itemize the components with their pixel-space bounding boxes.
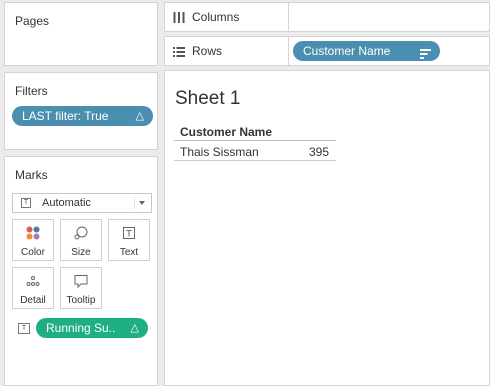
filters-title: Filters <box>15 84 48 98</box>
columns-shelf-header: Columns <box>165 3 289 31</box>
rows-icon <box>173 46 185 60</box>
filters-card: Filters LAST filter: True △ <box>4 72 158 150</box>
color-button-label: Color <box>21 247 45 258</box>
size-icon <box>61 225 101 241</box>
pages-card: Pages <box>4 2 158 66</box>
delta-icon: △ <box>135 110 144 122</box>
columns-icon <box>173 12 185 26</box>
row-divider <box>174 160 336 161</box>
text-button-label: Text <box>119 247 139 258</box>
sort-descending-icon <box>420 46 431 66</box>
marks-title: Marks <box>15 168 48 182</box>
sheet-view: Sheet 1 Customer Name Thais Sissman 395 <box>164 70 490 386</box>
text-mark-icon: T <box>21 198 31 208</box>
customer-name-pill[interactable]: Customer Name <box>293 41 440 61</box>
columns-shelf[interactable]: Columns <box>164 2 490 32</box>
running-sum-pill[interactable]: Running Su.. △ <box>36 318 148 338</box>
header-divider <box>174 140 336 141</box>
svg-text:T: T <box>125 230 132 240</box>
color-dots-icon <box>13 225 53 241</box>
tooltip-icon <box>61 273 101 289</box>
detail-dots-icon <box>13 273 53 289</box>
size-button-label: Size <box>71 247 91 258</box>
text-icon: T <box>109 225 149 241</box>
marks-card: Marks T Automatic Color Size T Text Deta… <box>4 156 158 386</box>
rows-shelf[interactable]: Rows Customer Name <box>164 36 490 66</box>
tooltip-button[interactable]: Tooltip <box>60 267 102 309</box>
mark-type-dropdown[interactable]: T Automatic <box>12 193 152 213</box>
rows-label: Rows <box>192 44 223 58</box>
chevron-down-icon <box>139 201 145 205</box>
running-sum-label: Running Su.. <box>46 321 116 335</box>
mark-type-label: Automatic <box>42 197 91 209</box>
sheet-title[interactable]: Sheet 1 <box>175 88 241 110</box>
filter-pill-last[interactable]: LAST filter: True △ <box>12 106 153 126</box>
size-button[interactable]: Size <box>60 219 102 261</box>
delta-icon: △ <box>130 322 139 334</box>
detail-button[interactable]: Detail <box>12 267 54 309</box>
column-header-customer-name[interactable]: Customer Name <box>180 125 272 139</box>
columns-label: Columns <box>192 10 240 24</box>
table-row-value[interactable]: 395 <box>309 145 329 159</box>
color-button[interactable]: Color <box>12 219 54 261</box>
table-row-label[interactable]: Thais Sissman <box>180 145 259 159</box>
dropdown-separator <box>134 197 135 209</box>
filter-pill-label: LAST filter: True <box>22 109 109 123</box>
tooltip-button-label: Tooltip <box>66 295 96 306</box>
detail-button-label: Detail <box>20 295 46 306</box>
rows-shelf-header: Rows <box>165 37 289 65</box>
text-button[interactable]: T Text <box>108 219 150 261</box>
pages-title: Pages <box>15 14 50 28</box>
text-encoding-icon: T <box>18 323 30 334</box>
customer-name-pill-label: Customer Name <box>303 44 391 58</box>
